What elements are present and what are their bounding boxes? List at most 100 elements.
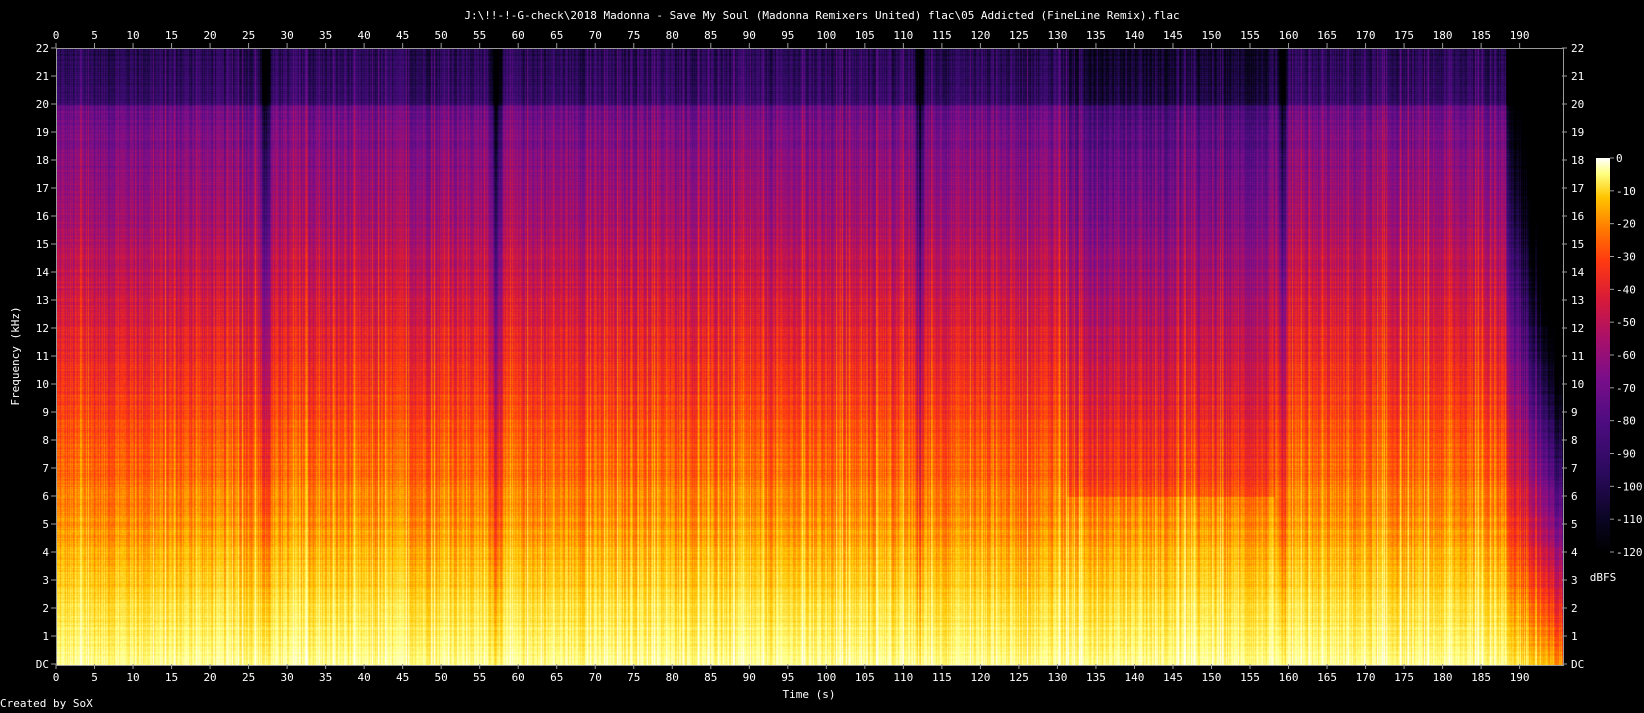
x-tick-label-top: 5 — [91, 29, 98, 42]
y-tick-label-right: 22 — [1571, 42, 1584, 55]
x-tick-label-top: 55 — [473, 29, 486, 42]
x-tick-label-top: 145 — [1163, 29, 1183, 42]
colorbar-tick-label: -120 — [1616, 546, 1643, 559]
colorbar-tick-label: -50 — [1616, 316, 1636, 329]
y-tick-label-right: 12 — [1571, 322, 1584, 335]
x-tick-label-top: 130 — [1047, 29, 1067, 42]
spectrogram-plot-area — [56, 48, 1564, 666]
x-tick-label-bottom: 65 — [550, 671, 563, 684]
y-tick-label-right: 4 — [1571, 546, 1578, 559]
x-tick-label-top: 150 — [1202, 29, 1222, 42]
x-tick-label-top: 50 — [435, 29, 448, 42]
x-tick-label-bottom: 20 — [203, 671, 216, 684]
colorbar-tick-label: -40 — [1616, 283, 1636, 296]
y-tick-label-left: 3 — [42, 574, 49, 587]
y-tick-label-right: 1 — [1571, 630, 1578, 643]
x-tick-label-bottom: 40 — [358, 671, 371, 684]
colorbar-tick-label: -90 — [1616, 448, 1636, 461]
x-tick-label-top: 125 — [1009, 29, 1029, 42]
y-tick-label-left: 1 — [42, 630, 49, 643]
x-tick-label-top: 80 — [666, 29, 679, 42]
x-tick-label-bottom: 35 — [319, 671, 332, 684]
x-tick-label-top: 135 — [1086, 29, 1106, 42]
x-tick-label-top: 115 — [932, 29, 952, 42]
x-tick-label-top: 30 — [280, 29, 293, 42]
x-tick-label-bottom: 55 — [473, 671, 486, 684]
colorbar-tick-label: -110 — [1616, 513, 1643, 526]
y-tick-label-left: 19 — [36, 126, 49, 139]
x-tick-label-top: 190 — [1510, 29, 1530, 42]
y-tick-label-left: 12 — [36, 322, 49, 335]
chart-title: J:\!!-!-G-check\2018 Madonna - Save My S… — [464, 9, 1180, 22]
x-tick-label-bottom: 15 — [165, 671, 178, 684]
y-tick-label-left: 8 — [42, 434, 49, 447]
x-tick-label-bottom: 140 — [1125, 671, 1145, 684]
x-tick-label-bottom: 95 — [781, 671, 794, 684]
x-tick-label-top: 140 — [1125, 29, 1145, 42]
x-tick-label-bottom: 120 — [970, 671, 990, 684]
x-axis-top: 0 5 10 15 20 25 30 35 40 45 50 55 60 65 70 75 80 85 90 95 10… — [53, 29, 1530, 48]
y-tick-label-left: DC — [36, 658, 49, 671]
x-tick-label-bottom: 180 — [1433, 671, 1453, 684]
x-tick-label-top: 175 — [1394, 29, 1414, 42]
x-tick-label-bottom: 30 — [280, 671, 293, 684]
x-tick-label-top: 155 — [1240, 29, 1260, 42]
x-tick-label-top: 100 — [816, 29, 836, 42]
x-tick-label-top: 15 — [165, 29, 178, 42]
y-tick-label-left: 10 — [36, 378, 49, 391]
x-tick-label-bottom: 50 — [435, 671, 448, 684]
y-tick-label-right: 20 — [1571, 98, 1584, 111]
x-tick-label-top: 10 — [126, 29, 139, 42]
x-tick-label-bottom: 75 — [627, 671, 640, 684]
y-tick-label-right: 3 — [1571, 574, 1578, 587]
x-tick-label-bottom: 60 — [512, 671, 525, 684]
x-tick-label-bottom: 190 — [1510, 671, 1530, 684]
x-tick-label-top: 120 — [970, 29, 990, 42]
y-tick-label-left: 21 — [36, 70, 49, 83]
x-tick-label-top: 75 — [627, 29, 640, 42]
x-tick-label-top: 70 — [589, 29, 602, 42]
colorbar-tick-label: -10 — [1616, 185, 1636, 198]
y-axis-label: Frequency (kHz) — [9, 306, 22, 405]
x-tick-label-bottom: 0 — [53, 671, 60, 684]
y-tick-label-left: 20 — [36, 98, 49, 111]
colorbar-tick-label: -80 — [1616, 415, 1636, 428]
x-tick-label-bottom: 70 — [589, 671, 602, 684]
y-tick-label-left: 22 — [36, 42, 49, 55]
x-tick-label-bottom: 45 — [396, 671, 409, 684]
y-tick-label-right: 11 — [1571, 350, 1584, 363]
y-tick-label-left: 18 — [36, 154, 49, 167]
y-tick-label-left: 5 — [42, 518, 49, 531]
y-tick-label-right: 10 — [1571, 378, 1584, 391]
x-tick-label-bottom: 105 — [855, 671, 875, 684]
x-tick-label-bottom: 125 — [1009, 671, 1029, 684]
y-tick-label-right: 5 — [1571, 518, 1578, 531]
x-tick-label-top: 45 — [396, 29, 409, 42]
x-axis-bottom: 0 5 10 15 20 25 30 35 40 45 50 55 60 65 70 75 80 85 90 95 10… — [53, 664, 1530, 684]
x-tick-label-bottom: 185 — [1471, 671, 1491, 684]
y-tick-label-right: DC — [1571, 658, 1584, 671]
y-tick-label-right: 19 — [1571, 126, 1584, 139]
x-tick-label-top: 170 — [1356, 29, 1376, 42]
y-tick-label-right: 2 — [1571, 602, 1578, 615]
y-tick-label-right: 6 — [1571, 490, 1578, 503]
x-tick-label-bottom: 115 — [932, 671, 952, 684]
x-tick-label-top: 95 — [781, 29, 794, 42]
y-tick-label-left: 11 — [36, 350, 49, 363]
x-tick-label-bottom: 5 — [91, 671, 98, 684]
y-tick-label-left: 6 — [42, 490, 49, 503]
x-tick-label-top: 110 — [893, 29, 913, 42]
x-tick-label-top: 105 — [855, 29, 875, 42]
colorbar-axis: 0 -10 -20 -30 -40 -50 -60 -70 -80 -90 -100 -110 -120 — [1610, 152, 1643, 559]
colorbar-tick-label: -100 — [1616, 480, 1643, 493]
x-tick-label-top: 165 — [1317, 29, 1337, 42]
x-tick-label-bottom: 100 — [816, 671, 836, 684]
x-tick-label-top: 90 — [743, 29, 756, 42]
x-tick-label-bottom: 80 — [666, 671, 679, 684]
x-tick-label-top: 35 — [319, 29, 332, 42]
y-tick-label-left: 9 — [42, 406, 49, 419]
y-tick-label-left: 17 — [36, 182, 49, 195]
x-tick-label-bottom: 170 — [1356, 671, 1376, 684]
x-tick-label-bottom: 130 — [1047, 671, 1067, 684]
x-tick-label-top: 25 — [242, 29, 255, 42]
